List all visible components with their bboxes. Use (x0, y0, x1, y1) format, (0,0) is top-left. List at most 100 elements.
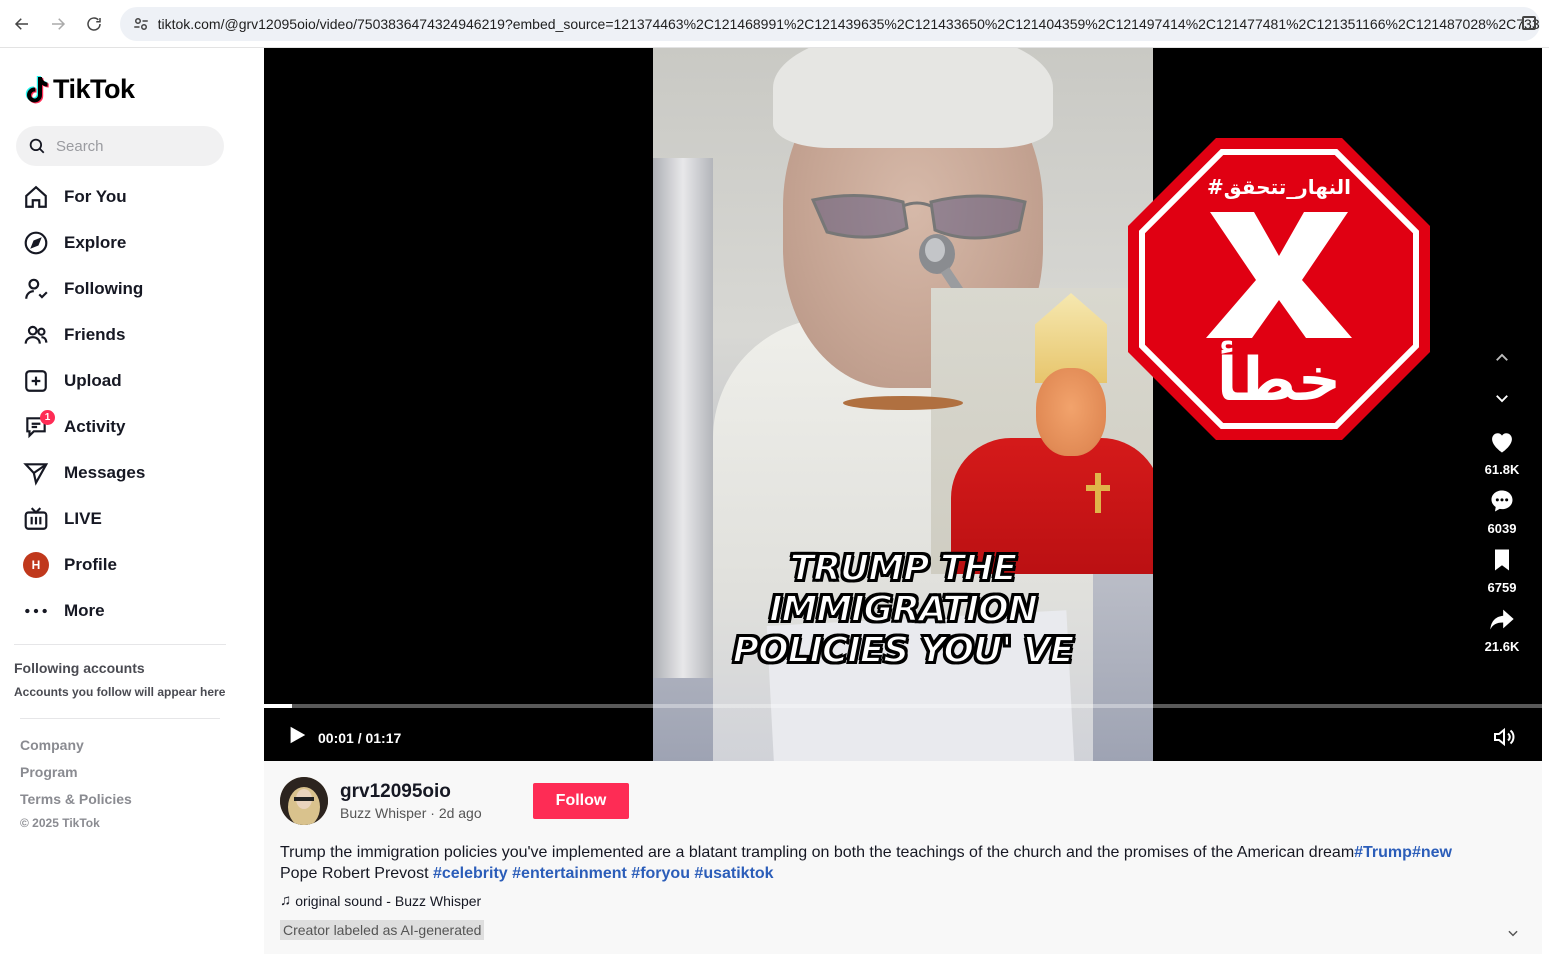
sidebar-item-label: Activity (64, 417, 126, 436)
address-bar[interactable]: tiktok.com/@grv12095oio/video/7503836474… (120, 7, 1540, 41)
like-count: 61.8K (1484, 462, 1520, 477)
chevron-down-icon (1496, 395, 1508, 403)
video-side-actions: 61.8K 6039 6759 21.6K (1474, 338, 1530, 654)
sidebar-item-label: Explore (64, 233, 127, 252)
comment-icon (1474, 483, 1530, 519)
comment-count: 6039 (1487, 521, 1517, 536)
hashtag-link[interactable]: #Trump (1354, 844, 1412, 861)
progress-fill (264, 704, 293, 708)
divider (20, 718, 220, 719)
follow-button[interactable]: Follow (533, 783, 629, 819)
search-input[interactable] (56, 137, 206, 155)
hashtag-link[interactable]: #new (1412, 844, 1452, 861)
friends-icon (22, 321, 50, 349)
fact-check-stamp: #النهار_تتحقق خطأ (1128, 138, 1430, 440)
inset-face (1036, 368, 1106, 456)
sidebar-item-live[interactable]: LIVE (0, 496, 240, 542)
more-icon (22, 597, 50, 625)
arrow-right-icon (52, 18, 66, 30)
hashtag-link[interactable]: #foryou (631, 865, 690, 882)
following-accounts-subtitle: Accounts you follow will appear here (14, 685, 226, 699)
description-text: Trump the immigration policies you've im… (280, 844, 1355, 861)
search-box[interactable] (16, 126, 224, 166)
plate (843, 396, 963, 410)
play-icon (290, 726, 306, 744)
hashtag-link[interactable]: #entertainment (512, 865, 627, 882)
caption-line: IMMIGRATION (768, 588, 1039, 631)
video-player[interactable]: TRUMP THE IMMIGRATION POLICIES YOU' VE #… (264, 48, 1542, 761)
reload-button[interactable] (76, 6, 112, 42)
avatar-letter: H (23, 552, 49, 578)
chevron-up-icon (1496, 353, 1508, 361)
arrow-left-icon (14, 18, 28, 30)
progress-bar[interactable] (264, 704, 1542, 708)
sidebar-item-label: For You (64, 187, 127, 206)
nav-list: For You Explore Following Friends Upload (0, 174, 240, 634)
sidebar-item-for-you[interactable]: For You (0, 174, 240, 220)
volume-icon[interactable] (1492, 725, 1516, 749)
logo-text: TikTok (53, 74, 135, 104)
inset-image (931, 288, 1153, 574)
footer-links: Company Program Terms & Policies © 2025 … (20, 737, 132, 830)
sound-link[interactable]: ♫ original sound - Buzz Whisper (280, 892, 481, 909)
next-video-button[interactable] (1474, 378, 1530, 418)
footer-link-company[interactable]: Company (20, 737, 132, 764)
save-count: 6759 (1487, 580, 1517, 595)
separator: · (430, 805, 439, 821)
hashtag-link[interactable]: #celebrity (433, 865, 508, 882)
ai-generated-label: Creator labeled as AI-generated (280, 920, 485, 940)
back-button[interactable] (4, 6, 40, 42)
post-description: Trump the immigration policies you've im… (280, 842, 1530, 884)
video-frame: TRUMP THE IMMIGRATION POLICIES YOU' VE (653, 48, 1153, 761)
sidebar-item-label: Following (64, 279, 144, 298)
username[interactable]: grv12095oio (340, 781, 451, 803)
forward-button[interactable] (40, 6, 76, 42)
display-name[interactable]: Buzz Whisper (340, 805, 426, 821)
save-action[interactable]: 6759 (1474, 542, 1530, 595)
tiktok-note-icon (25, 75, 49, 103)
comment-action[interactable]: 6039 (1474, 483, 1530, 536)
sidebar-item-label: LIVE (64, 509, 102, 528)
chevron-down-icon[interactable] (1506, 926, 1520, 940)
notification-badge: 1 (40, 410, 55, 425)
divider (14, 644, 226, 645)
video-caption: TRUMP THE IMMIGRATION POLICIES YOU' VE (653, 547, 1153, 672)
like-action[interactable]: 61.8K (1474, 424, 1530, 477)
profile-avatar: H (22, 551, 50, 579)
sidebar-item-explore[interactable]: Explore (0, 220, 240, 266)
sidebar-item-label: Profile (64, 555, 117, 574)
site-settings-icon[interactable] (130, 13, 152, 35)
avatar[interactable] (280, 777, 328, 825)
upload-icon (22, 367, 50, 395)
sidebar-item-label: Messages (64, 463, 146, 482)
sidebar-item-upload[interactable]: Upload (0, 358, 240, 404)
home-icon (22, 183, 50, 211)
description-line2: Pope Robert Prevost (280, 865, 433, 882)
heart-icon (1474, 424, 1530, 460)
screen-icon[interactable] (1522, 16, 1536, 30)
sidebar-item-activity[interactable]: 1 Activity (0, 404, 240, 450)
share-action[interactable]: 21.6K (1474, 601, 1530, 654)
footer-link-terms[interactable]: Terms & Policies (20, 791, 132, 818)
share-icon (1474, 601, 1530, 637)
compass-icon (22, 229, 50, 257)
sidebar-item-friends[interactable]: Friends (0, 312, 240, 358)
hashtag-link[interactable]: #usatiktok (694, 865, 773, 882)
tiktok-logo[interactable]: TikTok (24, 74, 135, 105)
footer-link-program[interactable]: Program (20, 764, 132, 791)
sidebar-item-label: Upload (64, 371, 122, 390)
caption-line: TRUMP THE (789, 547, 1019, 590)
url-text: tiktok.com/@grv12095oio/video/7503836474… (157, 16, 1540, 32)
caption-line: POLICIES YOU' VE (732, 629, 1076, 672)
sidebar-item-label: Friends (64, 325, 126, 344)
sidebar-item-profile[interactable]: H Profile (0, 542, 240, 588)
sidebar-item-more[interactable]: More (0, 588, 240, 634)
search-icon (29, 138, 45, 154)
prev-video-button[interactable] (1474, 338, 1530, 378)
copyright: © 2025 TikTok (20, 816, 100, 830)
sidebar-item-following[interactable]: Following (0, 266, 240, 312)
sidebar-item-messages[interactable]: Messages (0, 450, 240, 496)
play-button[interactable] (286, 724, 308, 751)
figure-hair (773, 48, 1053, 148)
playback-controls: 00:01 / 01:17 (286, 724, 401, 751)
